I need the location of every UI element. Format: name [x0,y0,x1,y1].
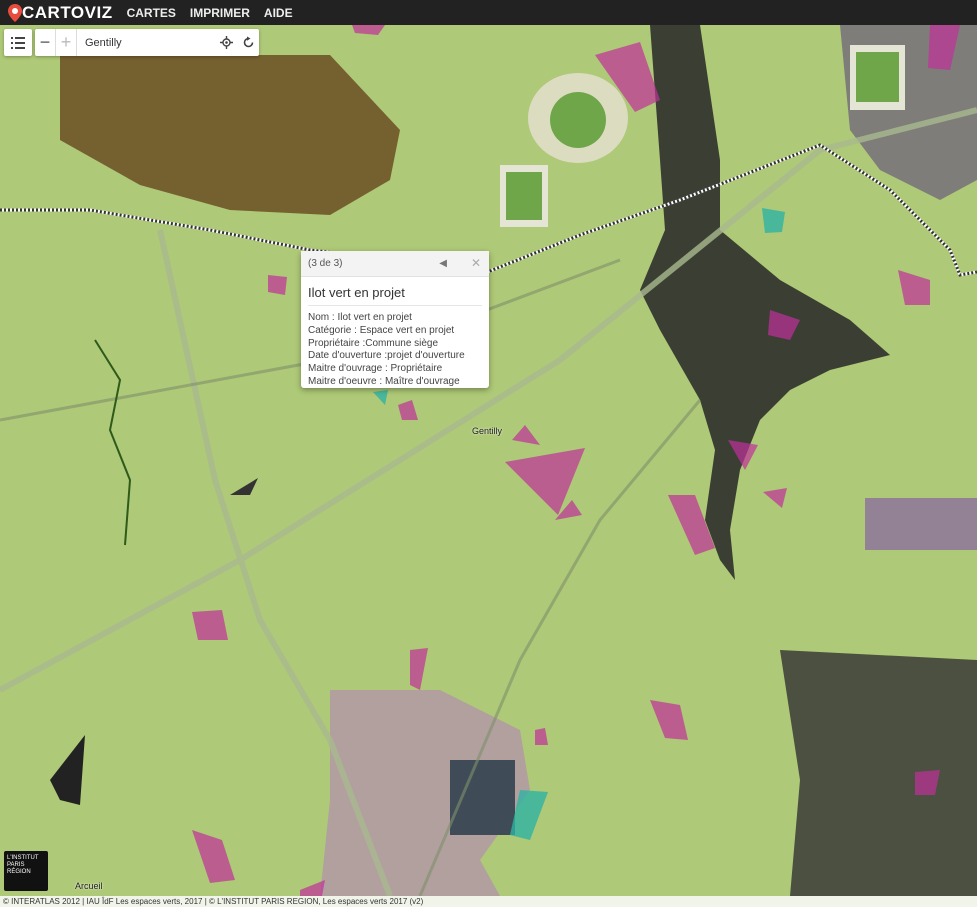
brand-name: CARTOVIZ [22,2,113,22]
popup-line: Maitre d'ouvrage : Propriétaire [308,363,443,375]
map-label-arcueil: Arcueil [75,881,103,891]
zoom-out-button[interactable]: − [35,29,56,56]
locate-button[interactable] [215,29,237,56]
nav-cartes[interactable]: CARTES [127,6,176,20]
institute-logo: L'INSTITUT PARIS RÉGION [4,851,48,891]
crosshair-icon [219,36,233,49]
refresh-icon [243,36,253,48]
attribution: © INTERATLAS 2012 | IAU ÎdF Les espaces … [0,896,977,907]
popup-line: Catégorie : Espace vert en projet [308,324,455,336]
map-canvas[interactable]: Gentilly Arcueil [0,25,977,896]
search-toolbar: − + [35,29,259,56]
popup-line: Date d'ouverture :projet d'ouverture [308,350,465,362]
popup-header: (3 de 3) ◀ ✕ [301,251,489,277]
zoom-in-button[interactable]: + [56,29,77,56]
popup-line: Maitre d'oeuvre : Maître d'ouvrage [308,375,460,387]
popup-line: Nom : Ilot vert en projet [308,312,412,323]
popup-attributes: Nom : Ilot vert en projet Catégorie : Es… [308,312,482,389]
popup-counter: (3 de 3) [308,258,343,269]
nav-aide[interactable]: AIDE [264,6,293,20]
plus-icon: + [60,32,72,52]
popup-title: Ilot vert en projet [308,285,482,306]
brand[interactable]: CARTOVIZ [8,3,113,23]
close-icon[interactable]: ✕ [471,256,481,270]
nav-imprimer[interactable]: IMPRIMER [190,6,250,20]
previous-arrow-icon[interactable]: ◀ [439,258,447,269]
map-label-gentilly: Gentilly [472,426,503,436]
map-layers [0,25,977,896]
search-input[interactable] [83,35,215,50]
layers-list-button[interactable] [4,29,32,56]
popup-line: Propriétaire :Commune siège [308,337,439,349]
top-navbar: CARTOVIZ CARTES IMPRIMER AIDE [0,0,977,25]
feature-popup: (3 de 3) ◀ ✕ Ilot vert en projet Nom : I… [301,251,489,388]
list-icon [11,36,25,49]
minus-icon: − [39,32,51,52]
reset-button[interactable] [237,29,259,56]
map-pin-icon [8,3,22,22]
